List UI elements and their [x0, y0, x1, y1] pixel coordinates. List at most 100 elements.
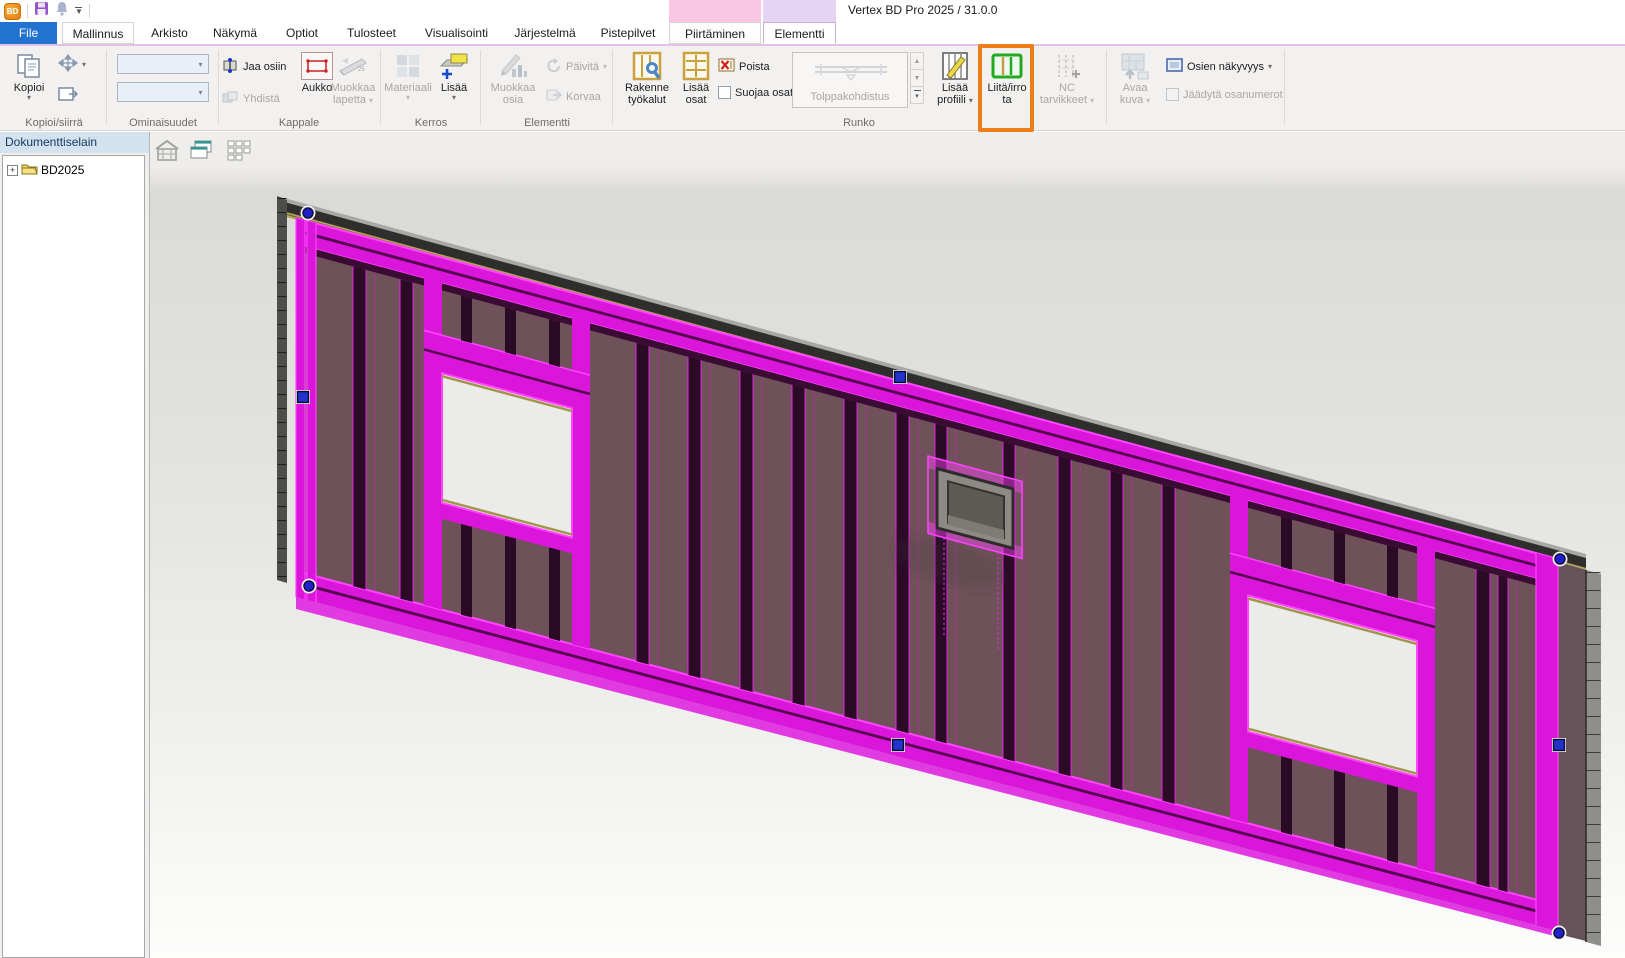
annotation-highlight-box [978, 44, 1034, 132]
lisaa-profiili-button[interactable]: Lisää profiili ▾ [932, 49, 978, 106]
group-separator [480, 50, 481, 124]
property-combo-1[interactable]: ▾ [117, 54, 209, 74]
copy-icon [16, 49, 42, 82]
app-logo-icon[interactable]: BD [4, 3, 21, 20]
dropdown-arrow-icon: ▾ [1090, 96, 1094, 105]
lisaa-osat-button[interactable]: Lisää osat [676, 49, 716, 106]
gallery-scroll: ▲ ▼ ▾ [910, 52, 924, 104]
open-drawing-icon [1120, 49, 1150, 82]
avaa-kuva-button[interactable]: Avaa kuva ▾ [1112, 49, 1158, 106]
tab-highlight-pink [669, 0, 761, 22]
title-bar: BD ▼ Vertex BD Pro 2025 / 31.0.0 [0, 0, 1625, 22]
separator [27, 4, 28, 18]
svg-text:25: 25 [358, 67, 365, 73]
tree-item-bd2025[interactable]: + BD2025 [7, 162, 84, 178]
nc-tarvikkeet-button[interactable]: NC tarvikkeet ▾ [1036, 49, 1098, 106]
group-nakyvyys: Avaa kuva ▾ Osien näkyvyys ▾ Jäädytä osa… [1108, 46, 1284, 131]
materiaali-button[interactable]: Materiaali ▾ [386, 49, 430, 102]
merge-parts-icon [222, 90, 239, 108]
tree-expand-icon[interactable]: + [7, 165, 18, 176]
group-separator [380, 50, 381, 124]
group-kappale: Jaa osiin Yhdistä Aukko 25 Muokkaa lapet… [220, 46, 378, 131]
jaadyta-osanumerot-checkbox[interactable]: Jäädytä osanumerot [1166, 88, 1283, 101]
ribbon: Kopioi ▾ ▾ Kopioi/siirrä ▾ ▾ Ominaisuude… [0, 46, 1625, 131]
document-tree: + BD2025 [2, 155, 145, 958]
tab-tulosteet[interactable]: Tulosteet [339, 22, 404, 44]
gallery-more-button[interactable]: ▾ [910, 86, 924, 104]
group-separator [1284, 50, 1285, 124]
tab-pistepilvet[interactable]: Pistepilvet [593, 22, 663, 44]
dropdown-arrow-icon: ▾ [1268, 63, 1272, 71]
notifications-bell-icon[interactable] [55, 1, 69, 21]
tab-elementti[interactable]: Elementti [763, 22, 836, 44]
kopioi-button[interactable]: Kopioi ▾ [6, 49, 52, 102]
tab-arkisto[interactable]: Arkisto [143, 22, 196, 44]
dropdown-arrow-icon: ▾ [27, 94, 31, 102]
frame-parts-icon [682, 49, 710, 82]
lisaa-kerros-button[interactable]: Lisää ▾ [434, 49, 474, 102]
dropdown-arrow-icon: ▾ [969, 96, 973, 105]
gallery-up-button[interactable]: ▲ [910, 52, 924, 70]
osien-nakyvyys-button[interactable]: Osien näkyvyys ▾ [1166, 58, 1272, 75]
group-separator [218, 50, 219, 124]
folder-icon [21, 162, 38, 178]
roof-slope-icon: 25 [338, 49, 368, 82]
group-separator [106, 50, 107, 124]
move-button[interactable]: ▾ [58, 54, 86, 75]
tab-mallinnus[interactable]: Mallinnus [62, 22, 134, 44]
save-icon[interactable] [34, 1, 49, 21]
add-layer-icon [439, 49, 469, 82]
parts-visibility-icon [1166, 58, 1183, 75]
rakenne-tyokalut-button[interactable]: Rakenne työkalut [620, 49, 674, 106]
poista-button[interactable]: Poista [718, 58, 770, 75]
korvaa-button[interactable]: Korvaa [546, 88, 601, 105]
opening-icon [301, 52, 333, 80]
checkbox-icon [718, 86, 731, 99]
split-parts-icon [222, 58, 239, 76]
tab-optiot[interactable]: Optiot [277, 22, 327, 44]
delete-x-icon [718, 58, 735, 75]
group-separator [612, 50, 613, 124]
dropdown-arrow-icon: ▾ [82, 61, 86, 69]
gallery-down-button[interactable]: ▼ [910, 69, 924, 87]
jaa-osiin-button[interactable]: Jaa osiin [222, 58, 286, 76]
replace-icon [546, 88, 562, 105]
chevron-down-icon[interactable]: ▾ [193, 88, 208, 97]
dropdown-arrow-icon: ▾ [1146, 96, 1150, 105]
move-to-drawing-button[interactable] [58, 86, 78, 105]
wall-3d-view[interactable] [150, 132, 1625, 958]
window-arrow-icon [58, 86, 78, 105]
material-squares-icon [395, 49, 421, 82]
muokkaa-lapetta-button[interactable]: 25 Muokkaa lapetta ▾ [330, 49, 376, 106]
tab-file[interactable]: File [0, 22, 57, 44]
ribbon-tab-bar: File Mallinnus Arkisto Näkymä Optiot Tul… [0, 22, 1625, 44]
group-separator [1106, 50, 1107, 124]
suojaa-osat-checkbox[interactable]: Suojaa osat [718, 86, 793, 99]
nc-accessories-icon [1053, 49, 1081, 82]
frame-tools-icon [632, 49, 662, 82]
chevron-down-icon[interactable]: ▾ [193, 60, 208, 69]
model-canvas[interactable] [150, 132, 1625, 958]
add-profile-icon [941, 49, 969, 82]
tab-piirtaminen[interactable]: Piirtäminen [669, 22, 761, 44]
dropdown-arrow-icon: ▾ [452, 94, 456, 102]
group-elementti: Muokkaa osia Päivitä ▾ Korvaa Elementti [482, 46, 612, 131]
tab-jarjestelma[interactable]: Järjestelmä [509, 22, 581, 44]
paivita-button[interactable]: Päivitä ▾ [546, 58, 607, 76]
refresh-icon [546, 58, 562, 76]
dropdown-arrow-icon: ▾ [406, 94, 410, 102]
move-icon [58, 54, 78, 75]
dropdown-arrow-icon: ▾ [369, 96, 373, 105]
window-title: Vertex BD Pro 2025 / 31.0.0 [848, 3, 997, 17]
customize-toolbar-icon[interactable]: ▼ [75, 7, 83, 16]
muokkaa-osia-button[interactable]: Muokkaa osia [484, 49, 542, 106]
property-combo-2[interactable]: ▾ [117, 82, 209, 102]
panel-title: Dokumenttiselain [0, 132, 149, 153]
checkbox-icon [1166, 88, 1179, 101]
tolppakohdistus-gallery[interactable]: Tolppakohdistus [792, 52, 908, 108]
tab-nakyma[interactable]: Näkymä [206, 22, 264, 44]
group-ominaisuudet: ▾ ▾ Ominaisuudet [108, 46, 218, 131]
tab-visualisointi[interactable]: Visualisointi [416, 22, 497, 44]
stud-alignment-icon [811, 59, 891, 88]
yhdista-button[interactable]: Yhdistä [222, 90, 280, 108]
